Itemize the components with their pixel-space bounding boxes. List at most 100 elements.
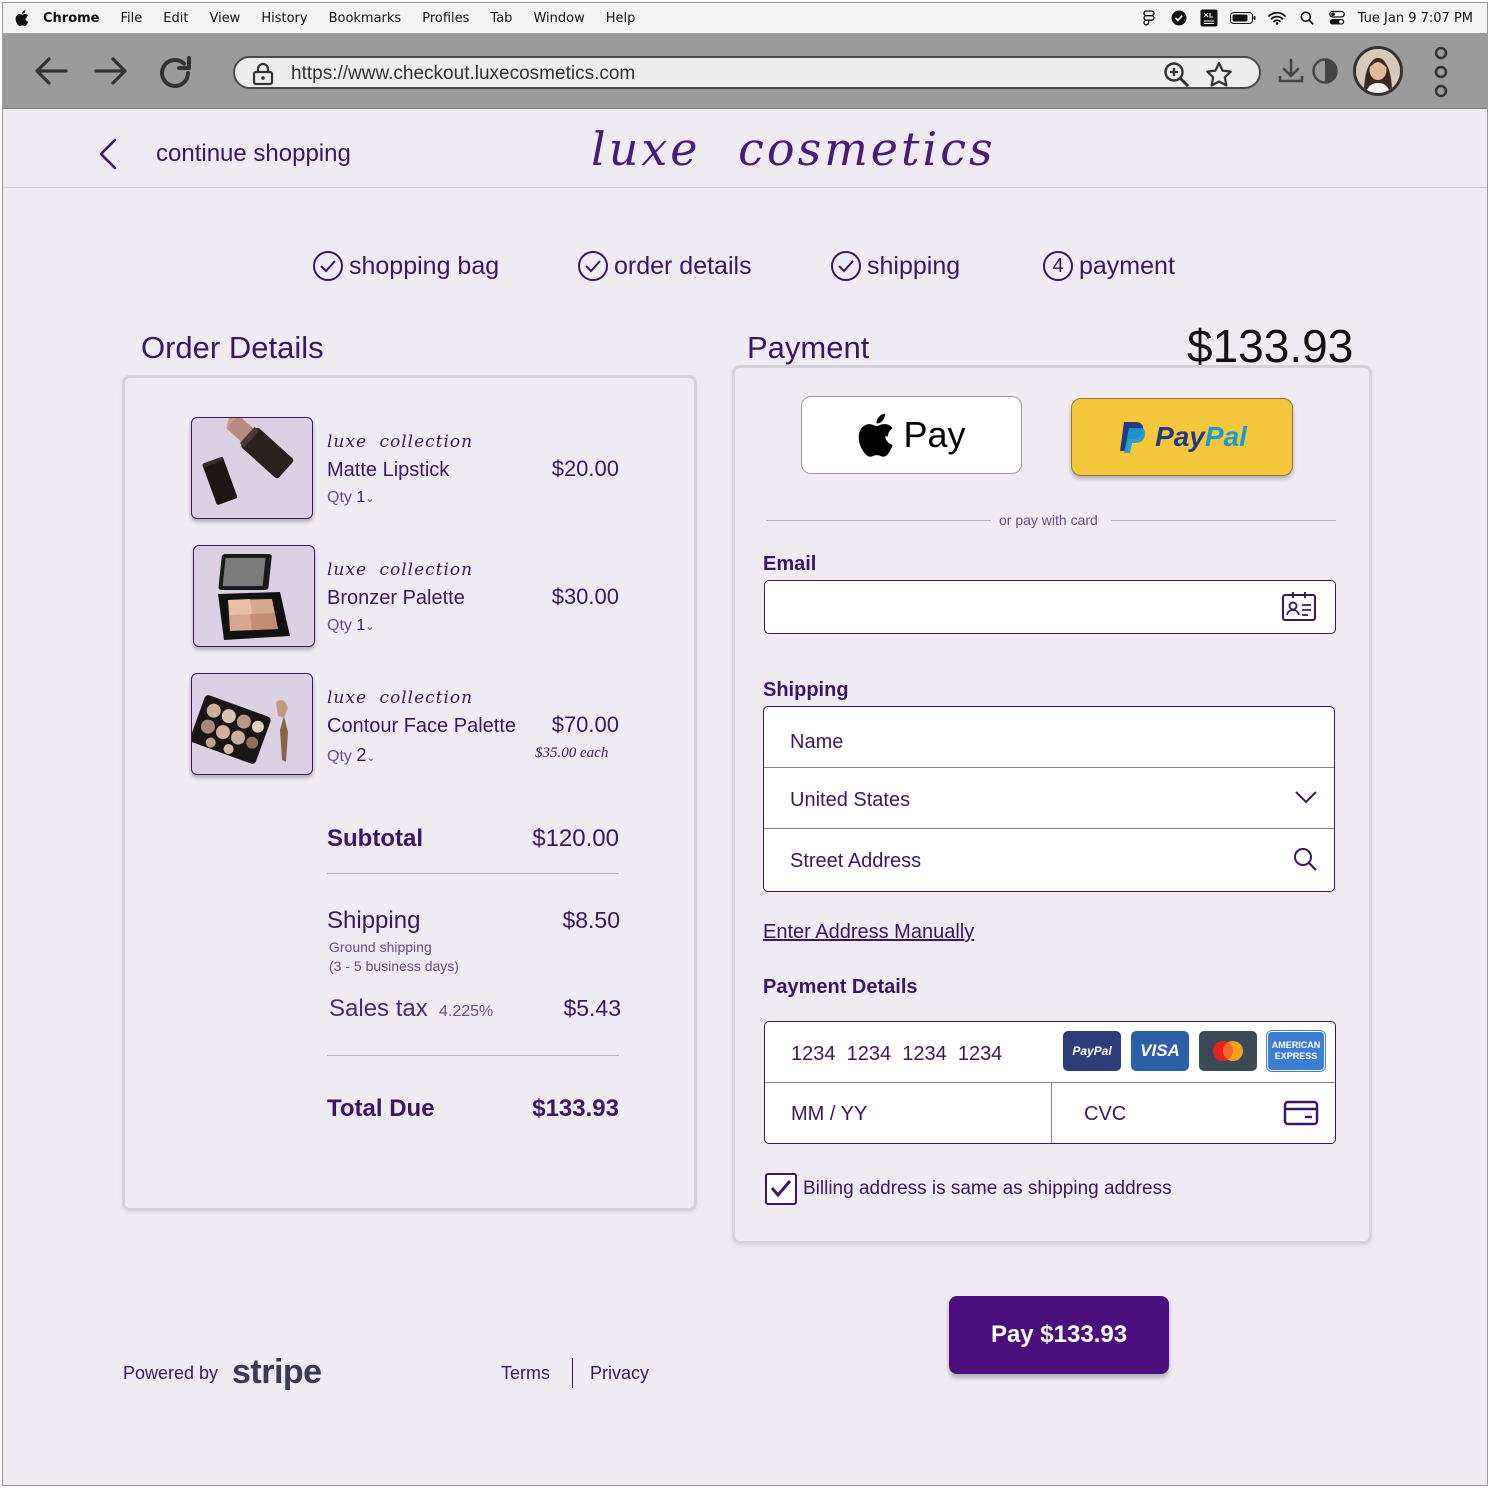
cvc-placeholder: CVC [1084,1103,1127,1125]
qty-selector[interactable]: Qty 2⌄ [327,745,376,766]
stripe-logo[interactable]: stripe [232,1353,322,1392]
chevron-left-icon[interactable] [93,134,123,174]
menu-app-chrome[interactable]: Chrome [43,11,100,26]
more-menu-icon[interactable] [1421,46,1461,98]
country-value: United States [790,789,911,811]
forward-arrow-icon[interactable] [91,51,131,91]
item-price: $30.00 [551,584,619,609]
country-select[interactable]: United States [764,768,1334,829]
divider [572,1358,573,1388]
bronzer-palette-image[interactable] [193,545,315,647]
menu-window[interactable]: Window [533,11,584,26]
menu-bookmarks[interactable]: Bookmarks [329,11,402,26]
collection-label: luxe collection [327,432,474,452]
privacy-link[interactable]: Privacy [590,1363,649,1384]
amex-brand-line2: EXPRESS [1274,1051,1318,1061]
step-order-details[interactable]: order details [578,251,752,281]
collection-label: luxe collection [327,688,474,708]
reload-icon[interactable] [155,53,195,93]
contour-palette-image[interactable] [191,673,313,775]
shipping-address-group: Name United States Street Address [763,706,1335,892]
shipping-method: Ground shipping [329,939,432,955]
reading-mode-icon[interactable] [1305,51,1345,91]
browser-window: Chrome File Edit View History Bookmarks … [2,2,1488,1486]
checkout-steps: shopping bag order details shipping 4 pa… [3,251,1487,287]
qty-label: Qty [327,748,352,765]
visa-card-icon: VISA [1131,1031,1189,1071]
back-arrow-icon[interactable] [31,51,71,91]
amex-card-icon: AMERICAN EXPRESS [1266,1030,1326,1072]
name-field[interactable]: Name [764,707,1334,768]
paypal-brand-text: PayPal [1072,1044,1112,1058]
order-details-title: Order Details [141,330,324,365]
address-bar[interactable]: https://www.checkout.luxecosmetics.com [233,56,1261,89]
check-circle-icon [578,251,608,281]
zoom-in-icon[interactable] [1163,61,1191,89]
pay-button[interactable]: Pay $133.93 [949,1296,1169,1374]
url-text[interactable]: https://www.checkout.luxecosmetics.com [291,63,635,85]
chevron-down-icon: ⌄ [365,493,375,505]
menu-profiles[interactable]: Profiles [422,11,469,26]
menu-help[interactable]: Help [606,11,636,26]
step-shipping[interactable]: shipping [831,251,960,281]
terms-link[interactable]: Terms [501,1363,550,1384]
xp-pen-icon[interactable] [1200,9,1218,27]
item-name: Bronzer Palette [327,587,465,609]
qty-value: 1 [356,489,366,506]
item-name: Matte Lipstick [327,459,450,481]
continue-shopping-link[interactable]: continue shopping [156,140,351,168]
menu-file[interactable]: File [121,11,143,26]
lock-icon[interactable] [252,62,274,86]
step-number-badge: 4 [1043,251,1073,281]
powered-by-text: Powered by [123,1363,219,1383]
shipping-label: Shipping [763,679,849,701]
enter-address-manually-link[interactable]: Enter Address Manually [763,921,974,944]
profile-avatar[interactable] [1353,46,1403,96]
menu-edit[interactable]: Edit [163,11,188,26]
qty-selector[interactable]: Qty 1⌄ [327,489,374,507]
search-icon[interactable] [1292,846,1318,872]
billing-same-checkbox[interactable] [765,1173,797,1205]
chevron-down-icon: ⌄ [366,752,376,764]
step-label: payment [1079,251,1175,280]
control-center-icon[interactable] [1328,9,1346,27]
shipping-time: (3 - 5 business days) [329,958,459,974]
menu-clock[interactable]: Tue Jan 9 7:07 PM [1358,11,1473,26]
step-label: shopping bag [349,251,500,280]
apple-pay-label: Pay [903,414,966,455]
contact-card-icon[interactable] [1281,590,1317,624]
lipstick-image[interactable] [191,417,313,519]
divider [1111,520,1336,521]
battery-icon[interactable] [1229,9,1256,27]
brand-logo[interactable]: luxe cosmetics [591,122,996,176]
bookmark-star-icon[interactable] [1205,61,1233,88]
step-payment[interactable]: 4 payment [1043,251,1175,281]
expiry-field[interactable]: MM / YY [765,1083,1052,1143]
menu-history[interactable]: History [261,11,307,26]
amex-brand-line1: AMERICAN [1271,1040,1321,1050]
apple-logo-icon[interactable] [15,10,29,26]
figma-icon[interactable] [1140,9,1158,27]
total-due-label: Total Due [327,1095,435,1122]
item-price: $70.00 [551,712,619,737]
wifi-icon[interactable] [1267,9,1286,27]
menu-view[interactable]: View [209,11,240,26]
or-pay-with-card: or pay with card [999,512,1098,528]
tax-value: $5.43 [563,995,621,1021]
menu-tab[interactable]: Tab [490,11,512,26]
step-shopping-bag[interactable]: shopping bag [313,251,499,281]
cvc-field[interactable]: CVC [1052,1083,1335,1143]
shield-check-icon[interactable] [1170,9,1188,27]
divider [766,520,991,521]
email-label: Email [763,553,817,575]
spotlight-search-icon[interactable] [1298,9,1316,27]
paypal-button[interactable]: Pay Pal [1071,398,1293,476]
paypal-logo-icon [1120,422,1146,453]
apple-pay-button[interactable]: Pay [801,396,1022,474]
street-address-field[interactable]: Street Address [764,829,1334,891]
subtotal-value: $120.00 [532,825,619,852]
qty-selector[interactable]: Qty 1⌄ [327,617,374,635]
divider [327,873,619,874]
email-field[interactable] [764,580,1336,634]
billing-same-label[interactable]: Billing address is same as shipping addr… [803,1178,1172,1200]
